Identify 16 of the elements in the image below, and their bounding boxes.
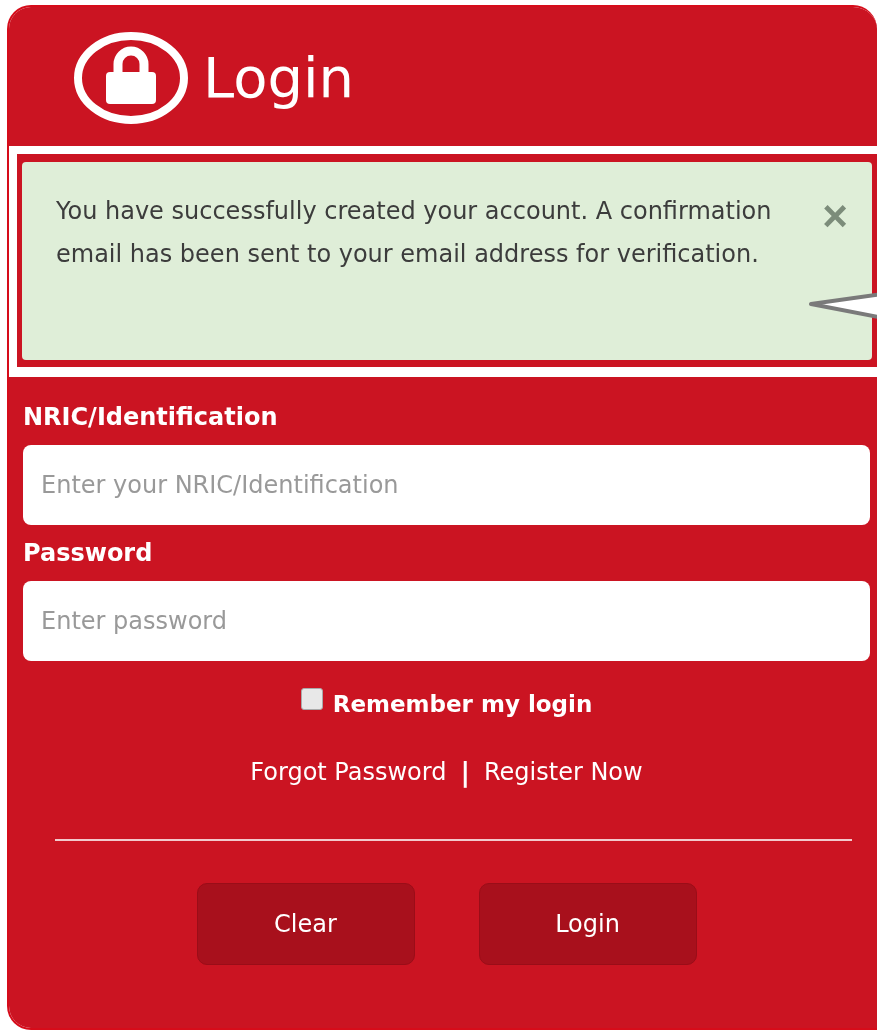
register-link[interactable]: Register Now <box>483 758 643 786</box>
alert-message: You have successfully created your account. A confirmation email has been sent to your email address for verification. <box>56 196 773 270</box>
forgot-password-link[interactable]: Forgot Password <box>250 758 447 786</box>
login-title: Login <box>203 45 355 110</box>
checkbox[interactable] <box>300 688 323 710</box>
lock-icon <box>73 31 189 124</box>
input-field[interactable]: Enter your NRIC/Identification <box>23 445 870 525</box>
pointer-arrow <box>809 291 877 321</box>
login-button[interactable]: Login <box>478 883 697 965</box>
field-label: Password <box>23 539 153 567</box>
separator: | <box>460 757 470 787</box>
input-field[interactable]: Enter password <box>23 581 870 661</box>
remember-label: Remember my login <box>332 691 593 717</box>
clear-button[interactable]: Clear <box>196 883 415 965</box>
field-label: NRIC/Identification <box>23 403 278 431</box>
close-button[interactable]: × <box>822 194 848 238</box>
